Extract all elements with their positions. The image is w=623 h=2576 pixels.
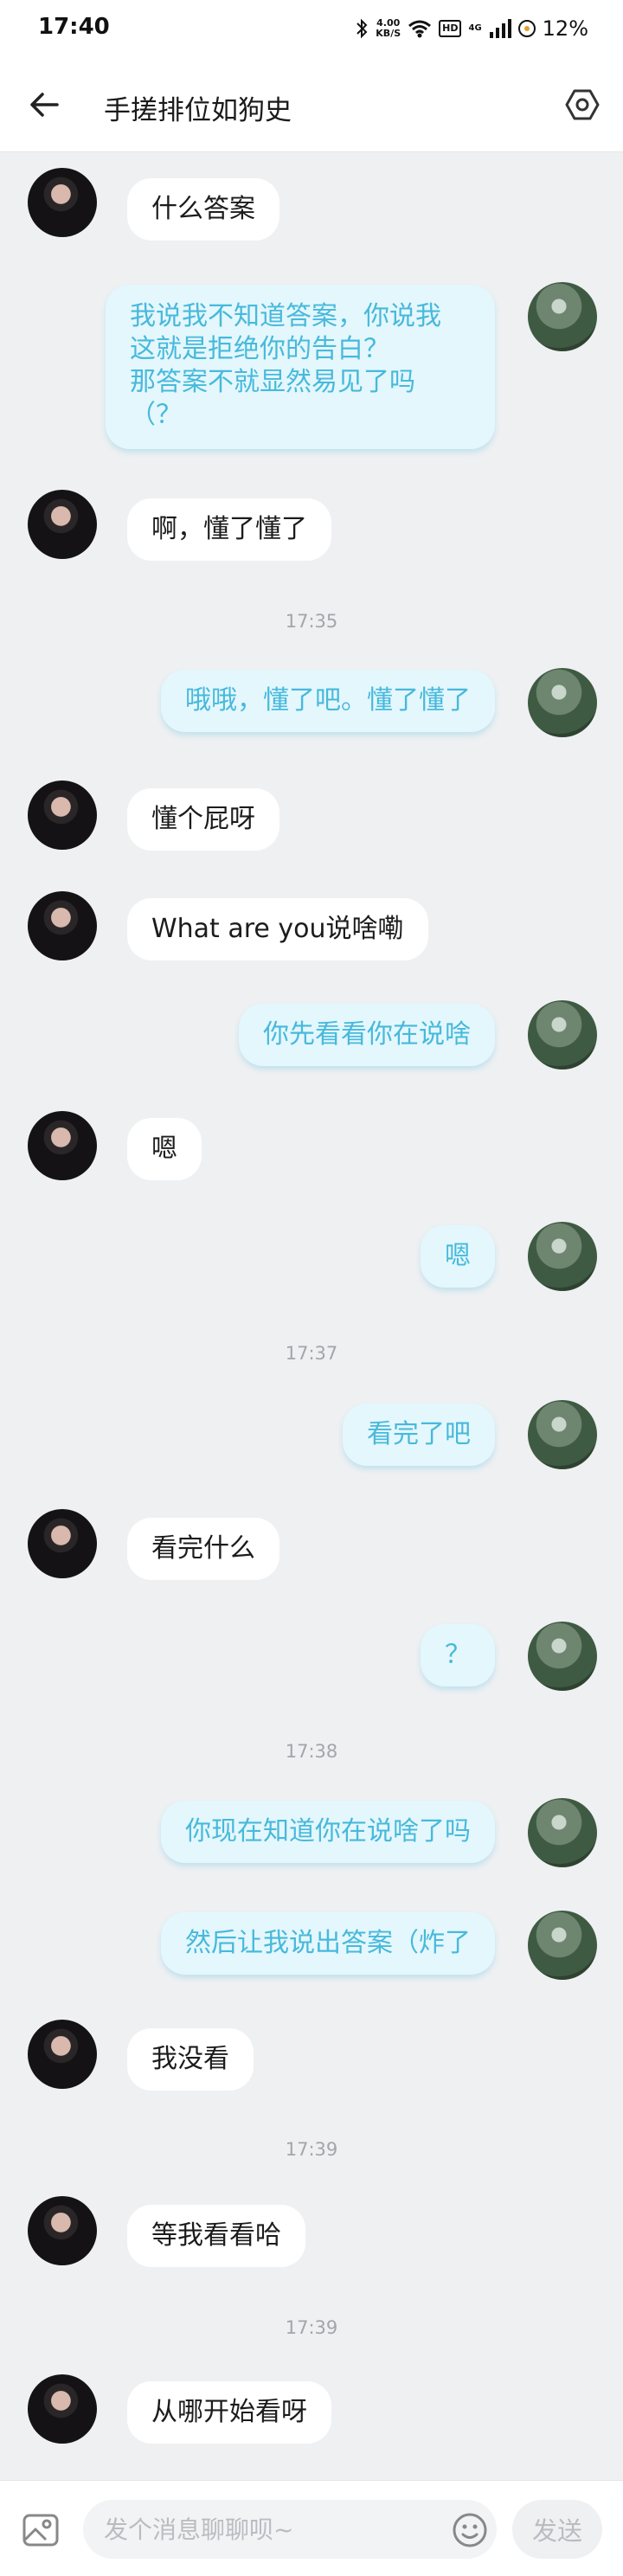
message-bubble[interactable]: 你先看看你在说啥	[239, 1004, 495, 1066]
timestamp: 17:39	[285, 2317, 338, 2338]
avatar[interactable]	[28, 2374, 97, 2444]
hd-badge: HD	[439, 20, 462, 37]
avatar[interactable]	[528, 1400, 597, 1469]
send-button[interactable]: 发送	[512, 2500, 602, 2559]
back-button[interactable]	[24, 85, 64, 125]
emoji-icon	[453, 2513, 487, 2547]
emoji-button[interactable]	[450, 2510, 490, 2550]
net-speed-unit: KB/S	[376, 28, 401, 39]
message-bubble[interactable]: 从哪开始看呀	[127, 2381, 331, 2444]
battery-icon	[517, 20, 536, 37]
message-bubble[interactable]: 嗯	[127, 1118, 202, 1180]
message-bubble[interactable]: What are you说啥嘞	[127, 898, 428, 960]
battery-level: 12%	[542, 16, 588, 41]
avatar[interactable]	[28, 2020, 97, 2089]
avatar[interactable]	[528, 1911, 597, 1980]
avatar[interactable]	[528, 1798, 597, 1867]
message-bubble[interactable]: 看完什么	[127, 1518, 279, 1580]
avatar[interactable]	[28, 1111, 97, 1180]
message-bubble[interactable]: 我没看	[127, 2028, 254, 2091]
message-bubble[interactable]: 等我看看哈	[127, 2205, 305, 2267]
image-icon	[22, 2514, 59, 2547]
timestamp: 17:38	[285, 1741, 338, 1762]
avatar[interactable]	[28, 2196, 97, 2265]
signal-bars-icon	[489, 19, 511, 38]
net-speed: 4.00 KB/S	[376, 18, 401, 39]
message-bubble[interactable]: 你现在知道你在说啥了吗	[161, 1801, 495, 1863]
settings-button[interactable]	[561, 83, 604, 126]
message-bubble[interactable]: 啊，懂了懂了	[127, 498, 331, 561]
message-bubble[interactable]: 懂个屁呀	[127, 788, 279, 851]
avatar[interactable]	[28, 781, 97, 850]
page-title: 手搓排位如狗史	[104, 95, 292, 126]
avatar[interactable]	[528, 1222, 597, 1291]
message-bubble[interactable]: 哦哦，懂了吧。懂了懂了	[161, 670, 495, 732]
image-button[interactable]	[21, 2510, 61, 2550]
avatar[interactable]	[28, 891, 97, 960]
message-bubble[interactable]: 看完了吧	[343, 1404, 495, 1466]
message-input[interactable]	[83, 2500, 497, 2559]
bluetooth-icon	[356, 18, 368, 39]
message-bubble[interactable]: 什么答案	[127, 178, 279, 241]
avatar[interactable]	[28, 168, 97, 237]
timestamp: 17:39	[285, 2139, 338, 2160]
status-time: 17:40	[38, 14, 110, 40]
status-icons: 4.00 KB/S HD 4G 12%	[355, 14, 588, 43]
avatar[interactable]	[528, 668, 597, 737]
message-bubble[interactable]: 我说我不知道答案，你说我 这就是拒绝你的告白？ 那答案不就显然易见了吗 （？	[106, 285, 495, 449]
message-bubble[interactable]: 然后让我说出答案（炸了	[161, 1912, 495, 1975]
hexagon-gear-icon	[565, 89, 600, 120]
message-bubble[interactable]: ？	[421, 1624, 495, 1686]
timestamp: 17:37	[285, 1343, 338, 1364]
timestamp: 17:35	[285, 611, 338, 632]
signal-label: 4G	[468, 23, 482, 33]
avatar[interactable]	[28, 490, 97, 559]
avatar[interactable]	[528, 1622, 597, 1691]
avatar[interactable]	[28, 1509, 97, 1578]
message-bubble[interactable]: 嗯	[421, 1225, 495, 1288]
status-bar: 17:40 4.00 KB/S HD 4G 12%	[0, 0, 623, 57]
avatar[interactable]	[528, 282, 597, 351]
input-bar: 发送	[0, 2480, 623, 2576]
chat-list[interactable]: 什么答案 我说我不知道答案，你说我 这就是拒绝你的告白？ 那答案不就显然易见了吗…	[0, 152, 623, 2480]
avatar[interactable]	[528, 1000, 597, 1070]
chat-header: 手搓排位如狗史	[0, 57, 623, 152]
arrow-left-icon	[30, 93, 59, 117]
wifi-icon	[408, 20, 432, 38]
